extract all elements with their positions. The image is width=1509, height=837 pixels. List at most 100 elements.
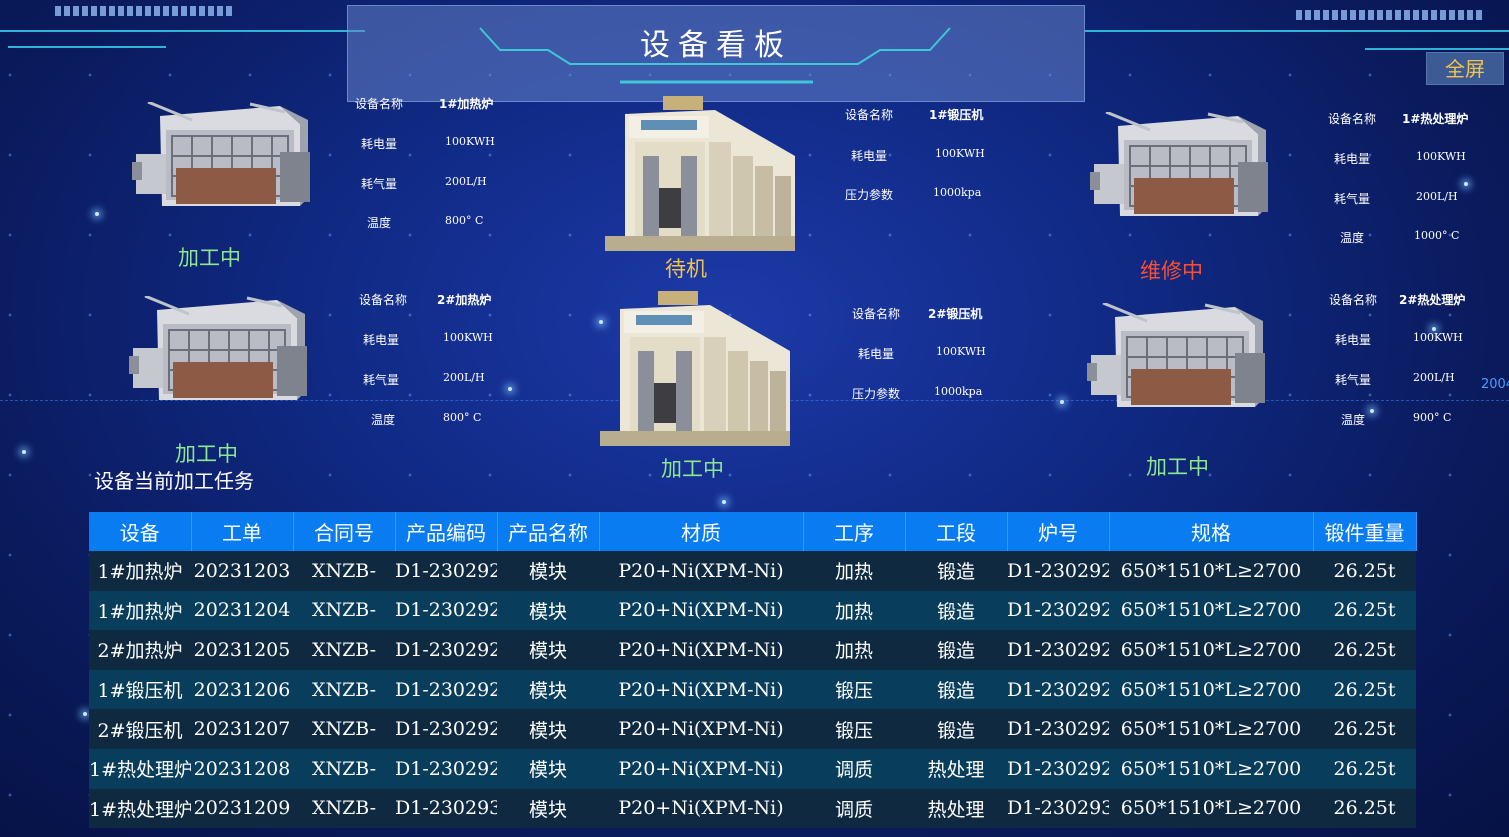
- heat-treatment-2-image: [1085, 303, 1270, 413]
- table-cell: D1-2302928: [395, 709, 497, 749]
- table-cell: XNZB-: [293, 590, 395, 631]
- column-header: 材质: [599, 512, 804, 551]
- press-2-image: [600, 291, 790, 446]
- column-header: 锻件重量: [1313, 512, 1417, 551]
- table-cell: 650*1510*L≥2700: [1109, 590, 1313, 631]
- info-label: 耗电量: [858, 347, 895, 361]
- info-value: 1000kpa: [934, 385, 983, 398]
- table-cell: 2#锻压机: [89, 709, 191, 749]
- info-label: 设备名称: [359, 293, 408, 307]
- info-value: 1000kpa: [933, 186, 982, 199]
- info-value: 100KWH: [935, 147, 985, 160]
- table-row[interactable]: 1#热处理炉20231209XNZB-D1-2302930模块P20+Ni(XP…: [89, 788, 1416, 829]
- table-cell: 26.25t: [1313, 669, 1416, 710]
- table-cell: 热处理: [905, 788, 1007, 829]
- table-cell: D1-2302930: [1007, 788, 1109, 829]
- table-cell: 1#锻压机: [89, 669, 191, 710]
- page-title: 设备看板: [640, 28, 792, 63]
- table-cell: P20+Ni(XPM-Ni): [599, 748, 803, 789]
- table-row[interactable]: 2#锻压机20231207XNZB-D1-2302928模块P20+Ni(XPM…: [89, 709, 1416, 749]
- task-section-title: 设备当前加工任务: [94, 469, 254, 493]
- table-cell: 650*1510*L≥2700: [1109, 748, 1313, 789]
- table-cell: 1#加热炉: [89, 590, 191, 631]
- info-value: 200L/H: [443, 371, 485, 384]
- column-header: 产品名称: [497, 512, 600, 551]
- table-cell: D1-2302925: [1007, 590, 1109, 631]
- info-value: 800° C: [445, 214, 484, 227]
- table-cell: 26.25t: [1313, 748, 1416, 789]
- table-row[interactable]: 2#加热炉20231205XNZB-D1-2302926模块P20+Ni(XPM…: [89, 630, 1416, 670]
- info-value: 100KWH: [1416, 150, 1466, 163]
- star: [1370, 409, 1374, 413]
- info-label: 耗气量: [1335, 373, 1372, 387]
- table-cell: D1-2302929: [395, 748, 497, 789]
- column-header: 工单: [191, 512, 294, 551]
- table-cell: 20231205: [191, 630, 293, 670]
- table-row[interactable]: 1#加热炉20231204XNZB-D1-2302925模块P20+Ni(XPM…: [89, 590, 1416, 631]
- table-cell: P20+Ni(XPM-Ni): [599, 590, 803, 631]
- table-cell: 26.25t: [1313, 630, 1416, 670]
- star: [1464, 182, 1468, 186]
- furnace-1-status: 加工中: [178, 246, 241, 270]
- table-cell: 热处理: [905, 748, 1007, 789]
- table-cell: D1-2302930: [395, 788, 497, 829]
- table-row[interactable]: 1#热处理炉20231208XNZB-D1-2302929模块P20+Ni(XP…: [89, 748, 1416, 789]
- table-row[interactable]: 1#锻压机20231206XNZB-D1-2302927模块P20+Ni(XPM…: [89, 669, 1416, 710]
- info-label: 设备名称: [355, 97, 404, 111]
- info-label: 耗气量: [1334, 192, 1371, 206]
- info-label: 设备名称: [1328, 112, 1377, 126]
- table-cell: XNZB-: [293, 748, 395, 789]
- table-cell: 加热: [803, 551, 905, 591]
- table-cell: XNZB-: [293, 630, 395, 670]
- table-cell: P20+Ni(XPM-Ni): [599, 669, 803, 710]
- info-label: 设备名称: [1329, 293, 1378, 307]
- column-header: 规格: [1109, 512, 1314, 551]
- table-cell: 模块: [497, 630, 599, 670]
- table-row[interactable]: 1#加热炉20231203XNZB-D1-2302925模块P20+Ni(XPM…: [89, 551, 1416, 591]
- info-value: 200L/H: [445, 175, 487, 188]
- info-label: 耗气量: [361, 177, 398, 191]
- info-label: 设备名称: [845, 108, 894, 122]
- fullscreen-button[interactable]: 全屏: [1426, 52, 1504, 85]
- table-cell: 650*1510*L≥2700: [1109, 630, 1313, 670]
- furnace-2-status: 加工中: [175, 442, 238, 466]
- info-value: 200L/H: [1416, 190, 1458, 203]
- table-cell: XNZB-: [293, 709, 395, 749]
- info-value: 2#锻压机: [928, 307, 983, 321]
- table-cell: 2#加热炉: [89, 630, 191, 670]
- table-cell: XNZB-: [293, 669, 395, 710]
- table-cell: D1-2302927: [1007, 669, 1109, 710]
- info-label: 温度: [1340, 231, 1365, 245]
- info-value: 1#加热炉: [439, 97, 494, 111]
- table-cell: D1-2302925: [395, 551, 497, 591]
- info-label: 耗电量: [363, 333, 400, 347]
- star: [95, 212, 99, 216]
- heat-treatment-1-status: 维修中: [1140, 259, 1203, 283]
- table-cell: 调质: [803, 748, 905, 789]
- table-cell: 锻造: [905, 709, 1007, 749]
- furnace-1-image: [130, 102, 315, 212]
- info-label: 耗电量: [1335, 333, 1372, 347]
- table-cell: P20+Ni(XPM-Ni): [599, 551, 803, 591]
- info-value: 2#加热炉: [437, 293, 492, 307]
- table-cell: 1#热处理炉: [89, 748, 191, 789]
- heat-treatment-1-image: [1088, 112, 1273, 222]
- column-header: 产品编码: [395, 512, 498, 551]
- header-deco-line-right2: [1365, 48, 1509, 50]
- table-cell: 1#热处理炉: [89, 788, 191, 829]
- table-cell: 加热: [803, 590, 905, 631]
- table-cell: 26.25t: [1313, 788, 1416, 829]
- info-label: 耗电量: [361, 137, 398, 151]
- table-cell: D1-2302926: [395, 630, 497, 670]
- header-deco-line-left2: [8, 46, 166, 48]
- table-cell: 锻压: [803, 709, 905, 749]
- title-panel: 设备看板: [347, 5, 1085, 102]
- column-header: 合同号: [293, 512, 396, 551]
- header-deco-line-right: [1085, 30, 1509, 32]
- table-cell: 锻造: [905, 630, 1007, 670]
- table-cell: D1-2302928: [1007, 709, 1109, 749]
- table-cell: 锻造: [905, 551, 1007, 591]
- info-value: 100KWH: [445, 135, 495, 148]
- table-cell: D1-2302929: [1007, 748, 1109, 789]
- furnace-2-image: [127, 296, 312, 406]
